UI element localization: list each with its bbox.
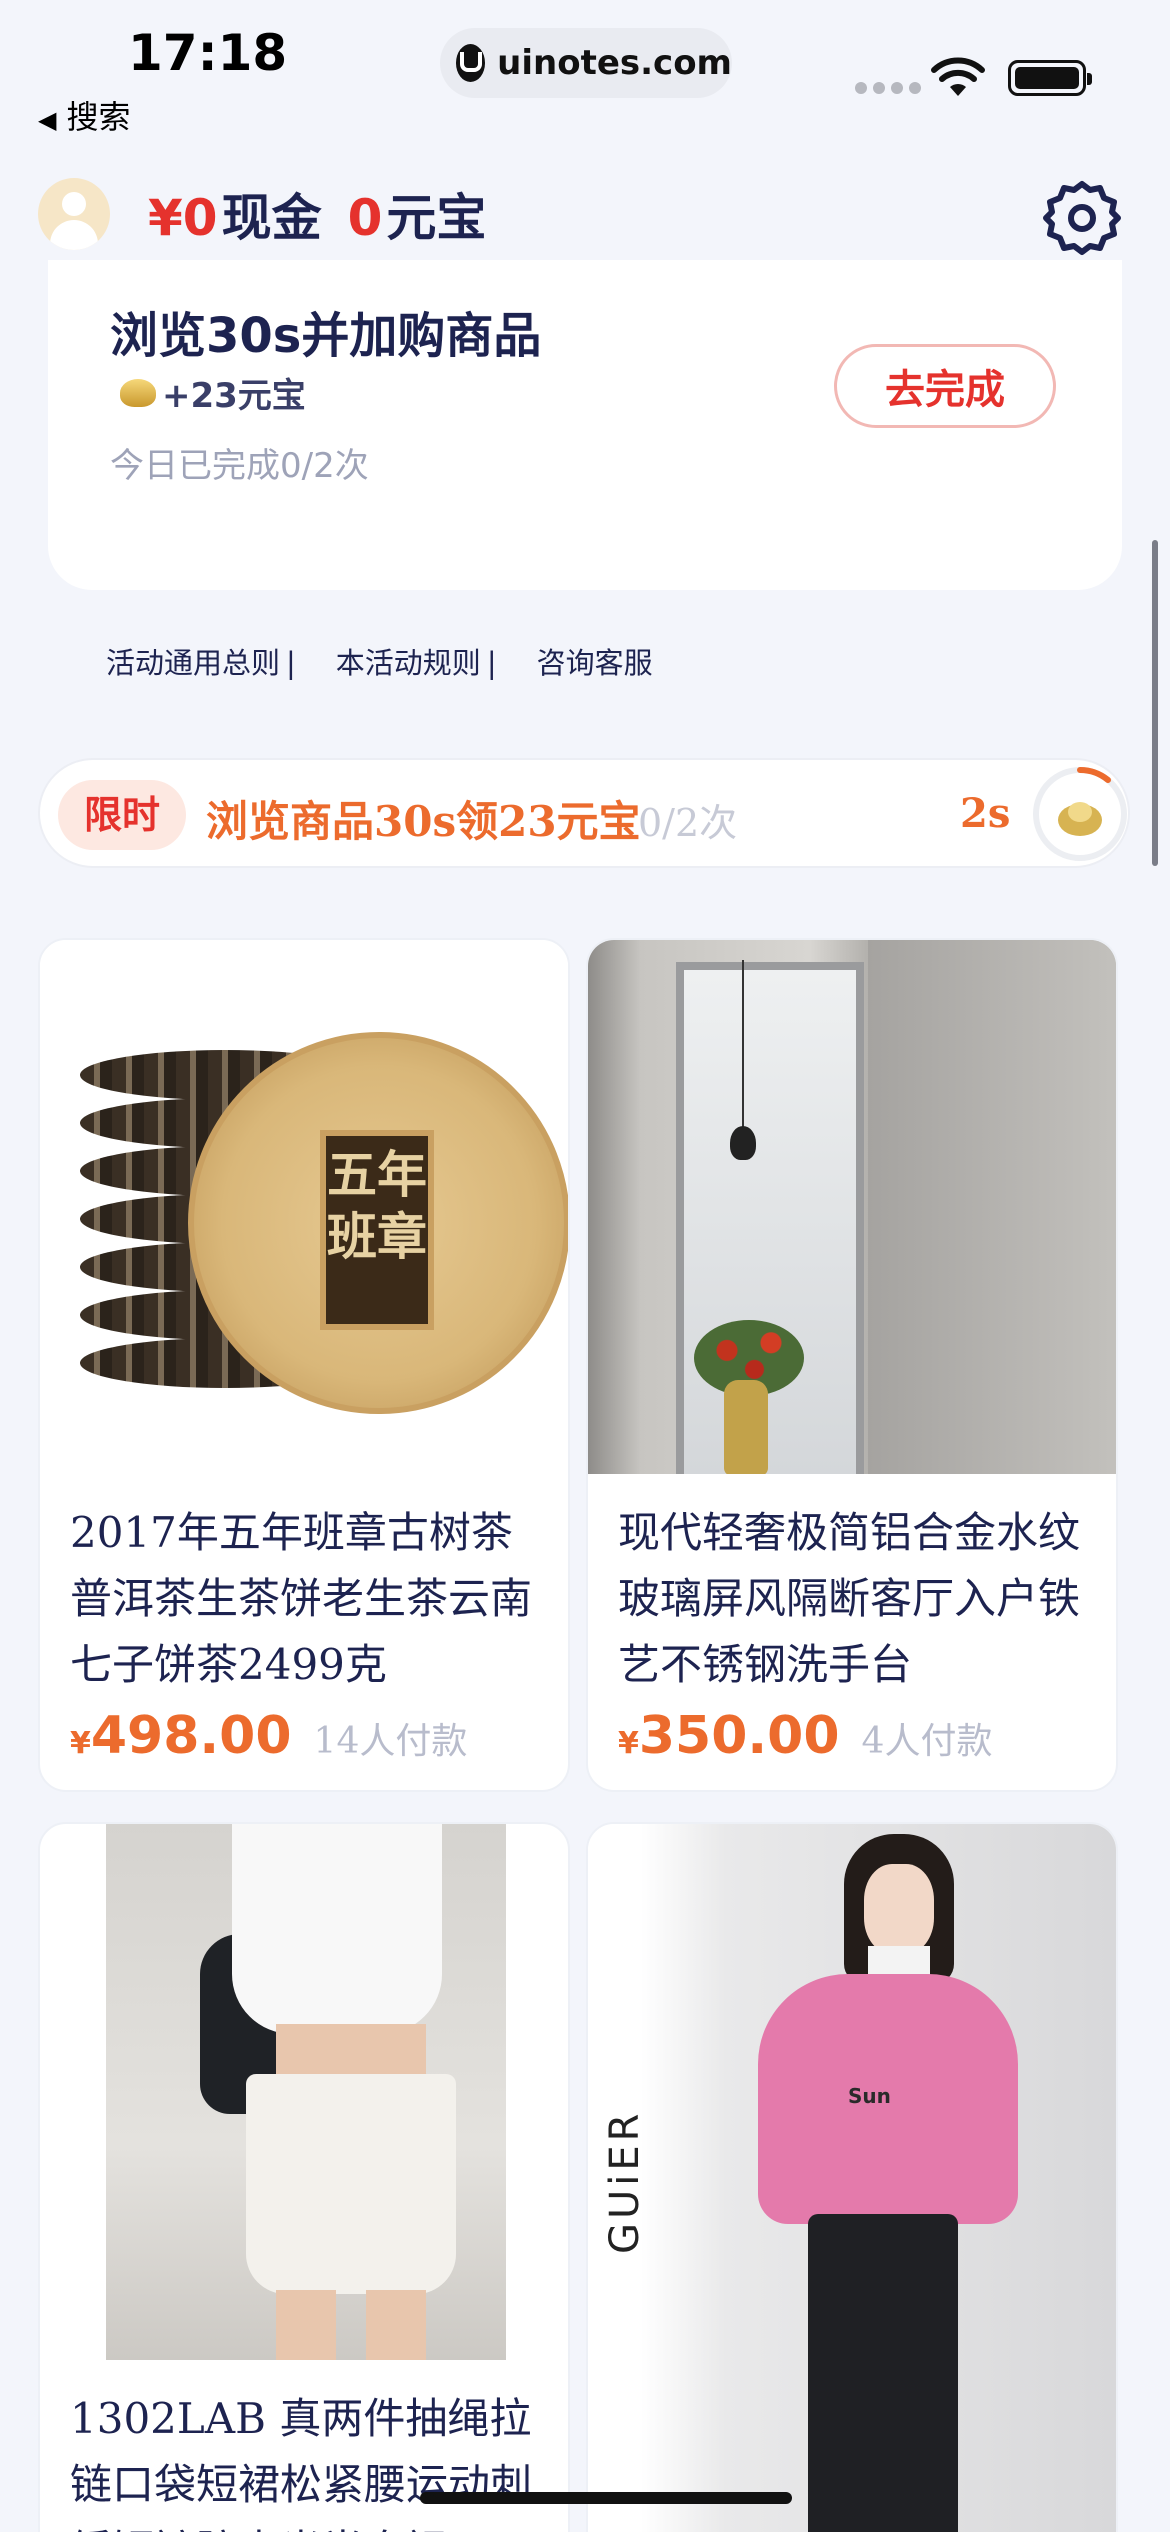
task-progress: 今日已完成0/2次 — [110, 446, 369, 486]
product-card[interactable]: 现代轻奢极简铝合金水纹玻璃屏风隔断客厅入户铁艺不锈钢洗手台 ¥350.00 4人… — [586, 938, 1118, 1792]
price-row: ¥350.00 4人付款 — [588, 1698, 1116, 1766]
scrollbar[interactable] — [1152, 540, 1158, 866]
product-image — [588, 940, 1116, 1474]
limited-badge: 限时 — [58, 780, 186, 850]
rule-link-general[interactable]: 活动通用总则 | — [106, 640, 296, 682]
product-price: ¥350.00 — [618, 1706, 840, 1766]
ingot-icon — [120, 378, 156, 407]
product-image: GUiER Sun — [588, 1824, 1116, 2532]
back-triangle-icon: ◀ — [38, 106, 57, 134]
url-pill[interactable]: uinotes.com — [440, 28, 732, 98]
product-image: 五年班章 — [40, 940, 568, 1474]
back-app-label: 搜索 — [66, 98, 131, 136]
task-reward-text: +23元宝 — [162, 376, 306, 416]
sweater-print: Sun — [848, 2084, 891, 2108]
back-to-app-link[interactable]: ◀ 搜索 — [38, 92, 130, 138]
product-price: ¥498.00 — [70, 1706, 292, 1766]
timer-text: 浏览商品30s领23元宝 — [206, 797, 641, 846]
sweater-photo: GUiER Sun — [588, 1824, 1116, 2532]
cash-label: 现金 — [221, 189, 322, 247]
balance: ¥0 现金 0 元宝 — [148, 178, 508, 250]
tea-label: 五年班章 — [320, 1130, 434, 1330]
timer-ring-icon — [1033, 766, 1127, 861]
timer-count: 0/2次 — [638, 801, 738, 845]
cellular-signal-icon — [855, 82, 921, 94]
price-row: ¥498.00 14人付款 — [40, 1698, 568, 1766]
clock: 17:18 — [128, 24, 288, 82]
sold-count: 4人付款 — [861, 1721, 993, 1762]
site-logo-icon — [456, 44, 486, 82]
cash-amount: ¥0 — [148, 189, 218, 247]
go-complete-button[interactable]: 去完成 — [834, 344, 1056, 428]
task-card: 浏览30s并加购商品 +23元宝 今日已完成0/2次 去完成 — [48, 260, 1122, 590]
rule-link-support[interactable]: 咨询客服 — [537, 640, 653, 682]
product-card[interactable]: GUiER Sun — [586, 1822, 1118, 2532]
ingot-amount: 0 — [347, 189, 383, 247]
wifi-icon — [931, 57, 985, 96]
ingot-label: 元宝 — [386, 189, 487, 247]
task-reward: +23元宝 — [120, 368, 306, 417]
product-title: 1302LAB 真两件抽绳拉链口袋短裙松紧腰运动刺绣短裤防走光半身裙 — [70, 2394, 533, 2532]
product-card[interactable]: 1302LAB 真两件抽绳拉链口袋短裙松紧腰运动刺绣短裤防走光半身裙 — [38, 1822, 570, 2532]
product-title: 2017年五年班章古树茶普洱茶生茶饼老生茶云南七子饼茶2499克 — [70, 1508, 533, 1689]
brand-text: GUiER — [602, 2109, 648, 2254]
home-indicator[interactable] — [420, 2492, 792, 2504]
sold-count: 14人付款 — [313, 1721, 468, 1762]
url-text: uinotes.com — [497, 43, 732, 83]
product-image — [40, 1824, 568, 2360]
timer-bar: 限时 浏览商品30s领23元宝 0/2次 2s — [38, 758, 1130, 868]
gear-icon[interactable] — [1042, 178, 1122, 258]
rule-link-activity[interactable]: 本活动规则 | — [336, 640, 497, 682]
product-title: 现代轻奢极简铝合金水纹玻璃屏风隔断客厅入户铁艺不锈钢洗手台 — [618, 1508, 1081, 1689]
avatar[interactable] — [38, 178, 110, 250]
status-bar: 17:18 ◀ 搜索 uinotes.com — [0, 0, 1170, 150]
rule-links: 活动通用总则 | 本活动规则 | 咨询客服 — [106, 640, 653, 682]
skirt-photo — [106, 1824, 506, 2360]
battery-icon — [1008, 60, 1092, 96]
task-title: 浏览30s并加购商品 — [110, 308, 542, 364]
timer-seconds: 2s — [960, 790, 1011, 837]
product-card[interactable]: 五年班章 2017年五年班章古树茶普洱茶生茶饼老生茶云南七子饼茶2499克 ¥4… — [38, 938, 570, 1792]
interior-photo — [588, 940, 1116, 1474]
